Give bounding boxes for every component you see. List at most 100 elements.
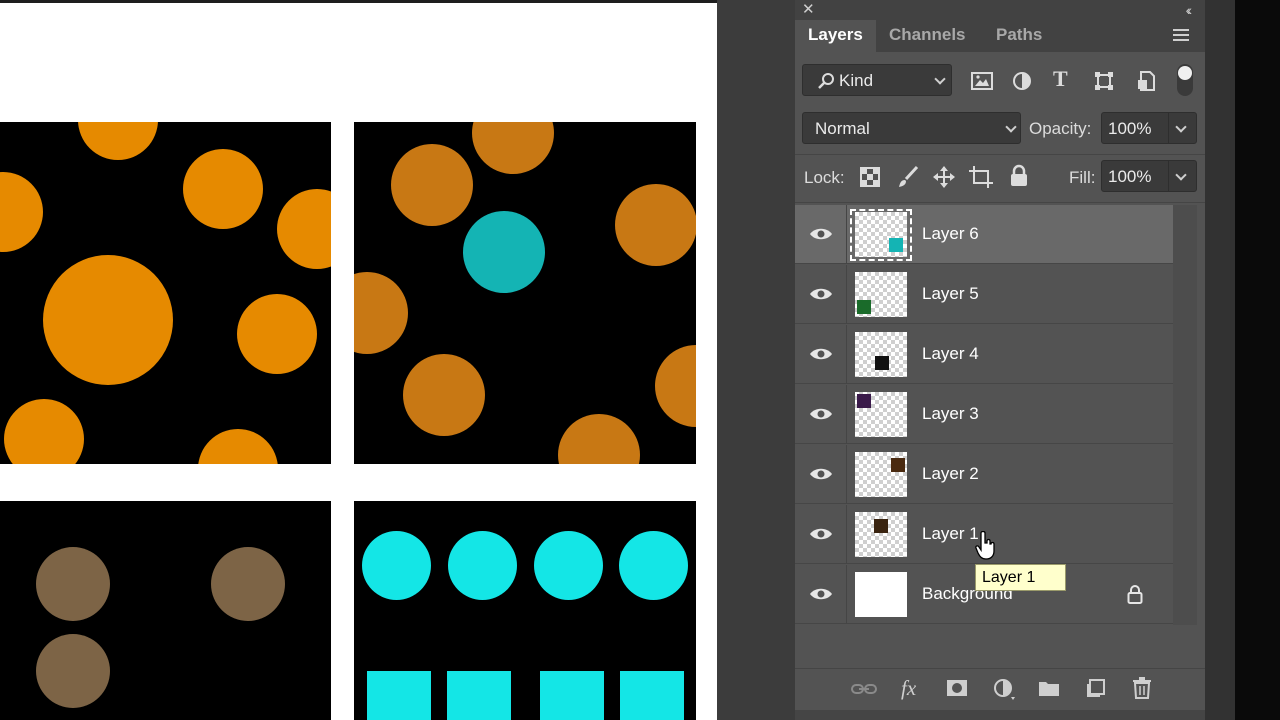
row-separator [846, 385, 847, 444]
panel-tab-bar: Layers Channels Paths [795, 20, 1205, 52]
layer-row-layer-4[interactable]: Layer 4 [795, 325, 1173, 384]
layers-panel: ✕ ‹‹ Layers Channels Paths Kind T Normal… [795, 0, 1205, 720]
thumbnail-content [857, 300, 871, 314]
thumbnail-content [857, 394, 871, 408]
thumbnail-content [875, 356, 889, 370]
thumbnail-content [889, 238, 903, 252]
eye-icon[interactable] [809, 347, 833, 361]
orange-dot [183, 149, 263, 229]
dark-orange-dot [558, 414, 640, 464]
filter-kind-dropdown[interactable]: Kind [802, 64, 952, 96]
chevron-down-icon [934, 73, 946, 85]
row-separator [846, 505, 847, 564]
cyan-square [447, 671, 511, 720]
workspace-right-edge [1205, 0, 1280, 720]
layer-row-layer-6[interactable]: Layer 6 [795, 205, 1173, 264]
filter-adjustment-layers-icon[interactable] [1012, 71, 1032, 91]
layer-name[interactable]: Layer 3 [922, 404, 979, 424]
layer-row-layer-2[interactable]: Layer 2 [795, 445, 1173, 504]
layer-thumbnail[interactable] [855, 452, 907, 497]
layer-thumbnail[interactable] [855, 332, 907, 377]
link-layers-icon[interactable] [851, 682, 877, 696]
document-canvas[interactable] [0, 0, 717, 720]
filter-toggle-knob [1178, 66, 1192, 80]
panel-footer-toolbar: fx [795, 668, 1205, 710]
filter-kind-label: Kind [839, 71, 874, 90]
layer-tooltip: Layer 1 [975, 564, 1066, 591]
thumbnail-content [891, 458, 905, 472]
fill-field[interactable]: 100% [1101, 160, 1197, 192]
layer-name[interactable]: Layer 2 [922, 464, 979, 484]
eye-icon[interactable] [809, 587, 833, 601]
fill-label[interactable]: Fill: [1069, 168, 1095, 188]
eye-icon[interactable] [809, 407, 833, 421]
filter-shape-layers-icon[interactable] [1094, 71, 1114, 91]
panel-menu-icon[interactable] [1173, 29, 1189, 41]
cyan-circle [619, 531, 688, 600]
search-icon [818, 73, 834, 89]
layer-thumbnail[interactable] [855, 572, 907, 617]
row-separator [846, 205, 847, 264]
lock-label: Lock: [804, 168, 845, 187]
close-icon[interactable]: ✕ [802, 1, 815, 19]
collapse-panel-icon[interactable]: ‹‹ [1186, 1, 1193, 19]
layer-style-fx-icon[interactable]: fx [901, 676, 916, 701]
blend-mode-value: Normal [815, 119, 870, 138]
artwork-tile-orange-dots [0, 122, 331, 464]
layer-name[interactable]: Layer 1 [922, 524, 979, 544]
filter-toggle-switch[interactable] [1177, 64, 1193, 96]
lock-position-icon[interactable] [932, 165, 956, 189]
lock-image-pixels-icon[interactable] [897, 165, 919, 189]
opacity-label[interactable]: Opacity: [1029, 119, 1091, 139]
new-layer-icon[interactable] [1086, 678, 1106, 698]
blend-mode-dropdown[interactable]: Normal [802, 112, 1021, 144]
fill-value: 100% [1108, 167, 1152, 186]
opacity-divider [1168, 113, 1169, 143]
chevron-down-icon [1175, 169, 1187, 181]
hand-pointer-cursor-icon [975, 531, 995, 560]
lock-artboard-icon[interactable] [969, 165, 993, 189]
chevron-down-icon [1005, 121, 1017, 133]
layer-name[interactable]: Layer 6 [922, 224, 979, 244]
brown-dot [36, 634, 110, 708]
layer-row-layer-5[interactable]: Layer 5 [795, 265, 1173, 324]
tab-layers[interactable]: Layers [795, 20, 876, 52]
layer-thumbnail[interactable] [855, 212, 907, 257]
orange-dot [198, 429, 278, 464]
lock-all-icon[interactable] [1009, 164, 1029, 188]
workspace-gutter [717, 0, 795, 720]
layer-thumbnail[interactable] [855, 272, 907, 317]
filter-pixel-layers-icon[interactable] [971, 71, 993, 91]
orange-dot [237, 294, 317, 374]
layer-thumbnail[interactable] [855, 392, 907, 437]
delete-layer-trash-icon[interactable] [1132, 677, 1152, 699]
lock-icon[interactable] [1127, 584, 1143, 604]
tab-paths[interactable]: Paths [983, 20, 1055, 52]
layer-row-layer-3[interactable]: Layer 3 [795, 385, 1173, 444]
row-separator [846, 325, 847, 384]
orange-dot [0, 172, 43, 252]
eye-icon[interactable] [809, 467, 833, 481]
dark-orange-dot [655, 345, 696, 427]
layer-name[interactable]: Layer 5 [922, 284, 979, 304]
filter-smart-objects-icon[interactable] [1136, 70, 1156, 92]
new-group-folder-icon[interactable] [1038, 679, 1060, 697]
layers-list: Layer 6 Layer 5 Layer 4 Layer 3 Layer 2 … [795, 205, 1173, 625]
eye-icon[interactable] [809, 287, 833, 301]
layer-name[interactable]: Layer 4 [922, 344, 979, 364]
opacity-field[interactable]: 100% [1101, 112, 1197, 144]
layers-scrollbar[interactable] [1173, 205, 1197, 625]
row-separator [846, 265, 847, 324]
filter-type-layers-icon[interactable]: T [1053, 66, 1068, 92]
eye-icon[interactable] [809, 227, 833, 241]
layer-thumbnail[interactable] [855, 512, 907, 557]
eye-icon[interactable] [809, 527, 833, 541]
cyan-square [620, 671, 684, 720]
lock-transparent-pixels-icon[interactable] [860, 167, 880, 187]
tab-channels[interactable]: Channels [876, 20, 979, 52]
artwork-tile-brown-dots [0, 501, 331, 720]
add-mask-icon[interactable] [946, 679, 968, 697]
photoshop-window: ✕ ‹‹ Layers Channels Paths Kind T Normal… [0, 0, 1280, 720]
new-adjustment-layer-icon[interactable] [993, 678, 1015, 700]
artwork-tile-cyan-shapes [354, 501, 696, 720]
